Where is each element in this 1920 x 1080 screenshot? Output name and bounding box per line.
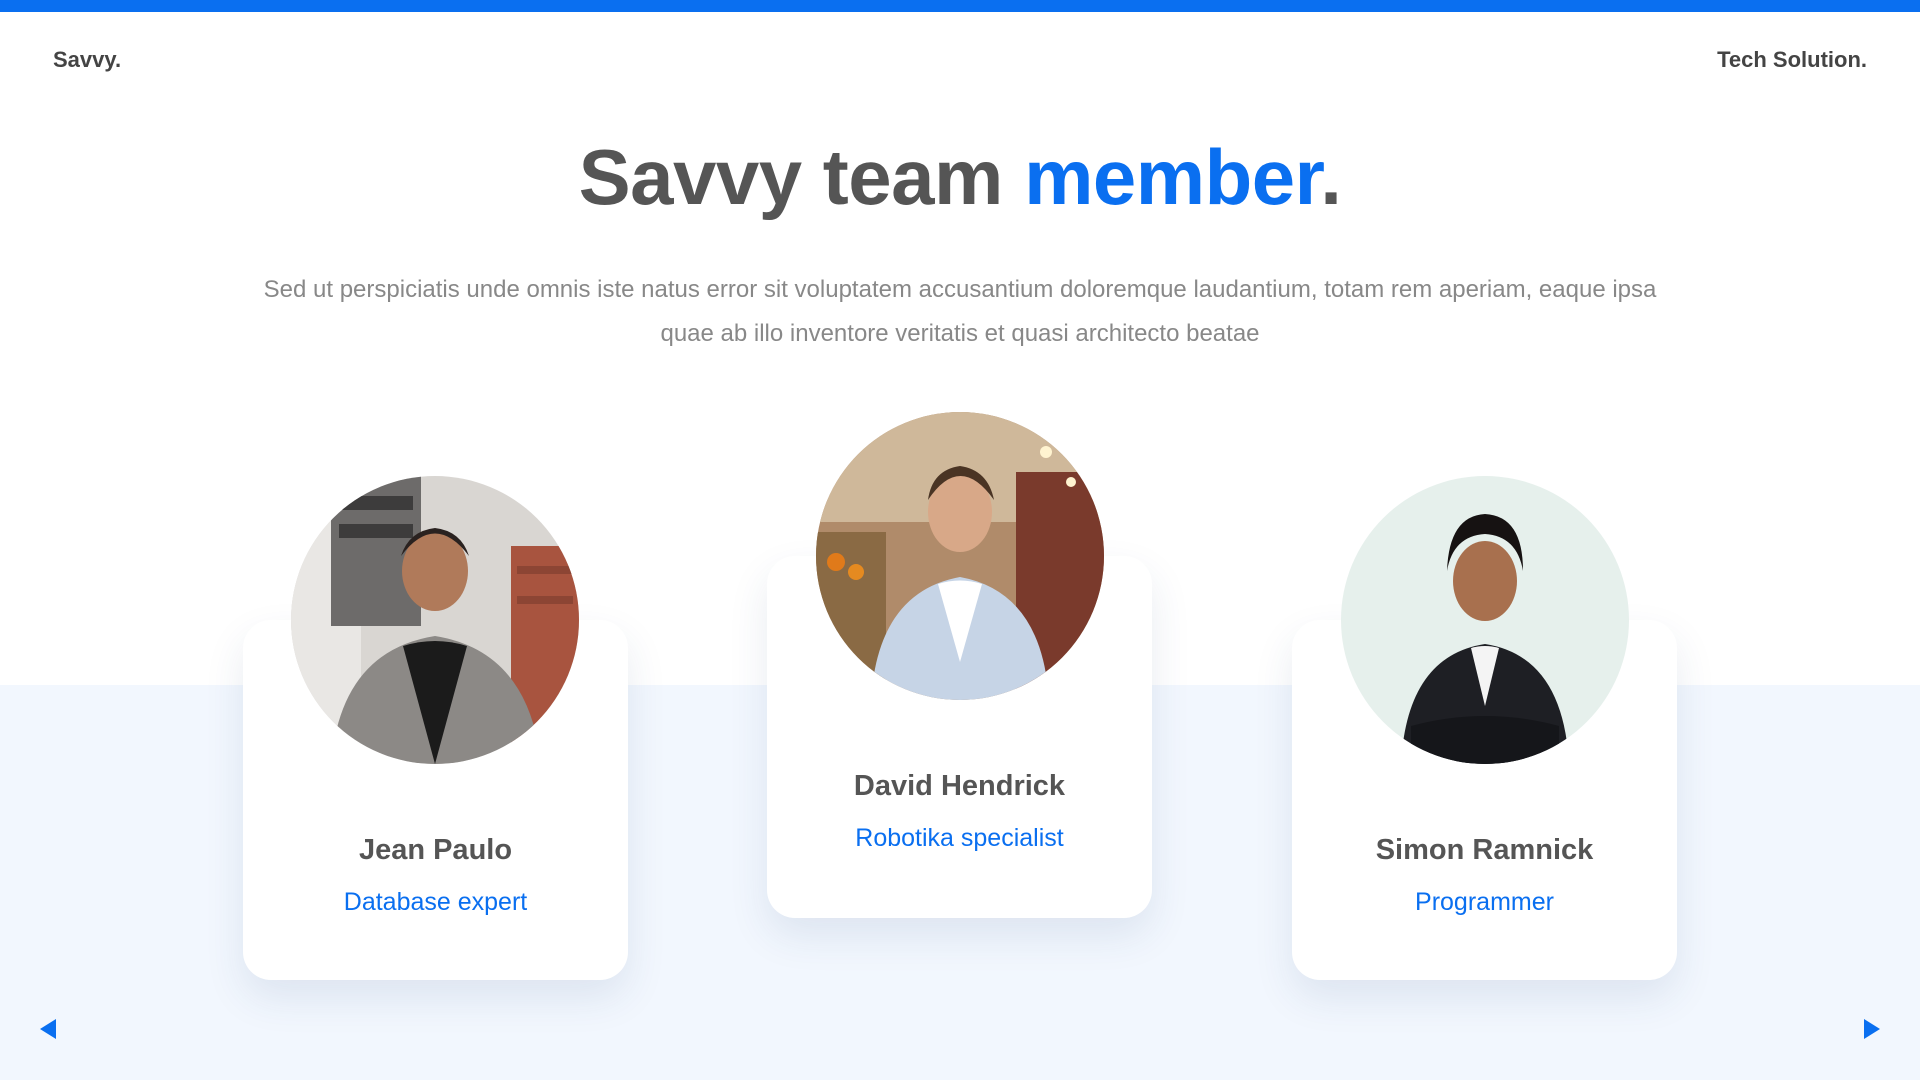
member-name: David Hendrick bbox=[853, 770, 1066, 802]
top-accent-bar bbox=[0, 0, 1920, 12]
previous-slide-arrow-icon[interactable] bbox=[40, 1019, 56, 1039]
title-main: Savvy team bbox=[578, 133, 1025, 221]
brand-tagline: Tech Solution. bbox=[1717, 47, 1867, 72]
page-title: Savvy team member. bbox=[0, 132, 1920, 223]
member-name: Simon Ramnick bbox=[1375, 834, 1594, 866]
next-slide-arrow-icon[interactable] bbox=[1864, 1019, 1880, 1039]
member-role: Database expert bbox=[343, 888, 528, 916]
member-name: Jean Paulo bbox=[358, 834, 513, 866]
page-subtitle: Sed ut perspiciatis unde omnis iste natu… bbox=[263, 276, 1657, 347]
portrait-image-2 bbox=[816, 412, 1104, 700]
brand-logo-text: Savvy. bbox=[53, 47, 122, 72]
title-accent: member bbox=[1024, 133, 1321, 221]
title-dot: . bbox=[1320, 133, 1342, 221]
member-photo-avatar bbox=[1341, 476, 1629, 764]
portrait-image-1 bbox=[291, 476, 579, 764]
member-photo-avatar bbox=[816, 412, 1104, 700]
member-photo-avatar bbox=[291, 476, 579, 764]
portrait-image-3 bbox=[1341, 476, 1629, 764]
member-role: Robotika specialist bbox=[855, 824, 1064, 852]
member-role: Programmer bbox=[1415, 888, 1554, 916]
